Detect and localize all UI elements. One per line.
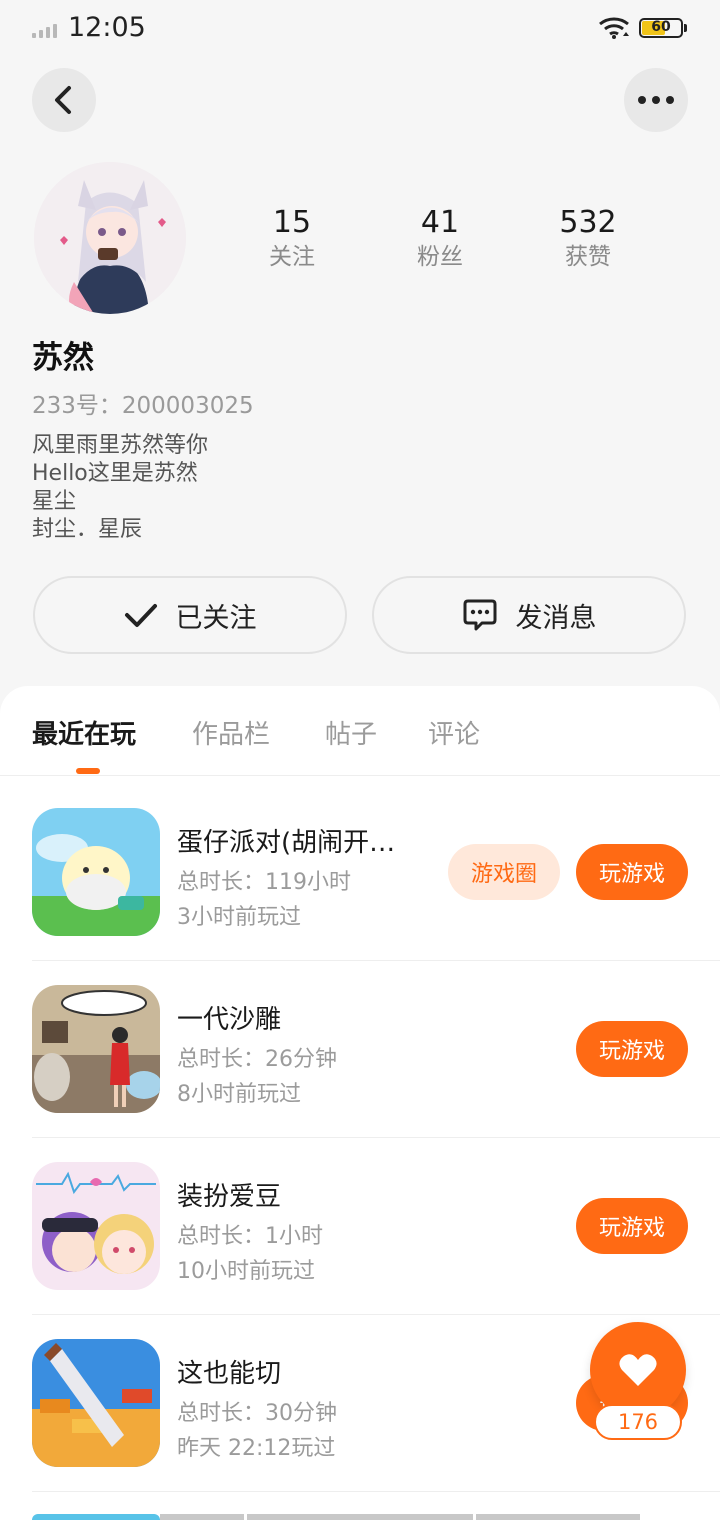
- game-last-played: 8小时前玩过: [177, 1082, 301, 1107]
- like-count: 176: [594, 1404, 682, 1440]
- game-title[interactable]: 一代沙雕: [177, 999, 281, 1036]
- stat-likes[interactable]: 532 获赞: [528, 204, 648, 272]
- back-arrow-icon: [55, 86, 71, 114]
- likes-label: 获赞: [565, 244, 611, 270]
- bio-line: Hello这里是苏然: [32, 461, 198, 486]
- tab-divider: [0, 775, 720, 776]
- follow-label: 已关注: [175, 602, 257, 634]
- battery-level: 60: [651, 19, 671, 35]
- stat-following[interactable]: 15 关注: [232, 204, 352, 272]
- row-divider: [32, 1137, 720, 1138]
- signal-icon: [32, 22, 62, 38]
- game-last-played: 昨天 22:12玩过: [177, 1436, 336, 1461]
- game-circle-button[interactable]: 游戏圈: [448, 844, 560, 900]
- image-strip-partial: [247, 1514, 473, 1520]
- follow-button[interactable]: 已关注: [33, 576, 347, 654]
- bio-line: 封尘．星辰: [32, 517, 143, 542]
- avatar[interactable]: [34, 162, 186, 314]
- game-icon-sand-sculpture[interactable]: [32, 985, 160, 1113]
- status-time: 12:05: [68, 12, 146, 43]
- play-game-button[interactable]: 玩游戏: [576, 1021, 688, 1077]
- user-id: 233号：200003025: [32, 393, 254, 419]
- row-divider: [32, 1491, 720, 1492]
- chat-bubble-icon: [463, 599, 496, 631]
- game-icon-slice-it[interactable]: [32, 1339, 160, 1467]
- tab-posts[interactable]: 帖子: [325, 714, 377, 751]
- game-title[interactable]: 装扮爱豆: [177, 1176, 281, 1213]
- game-duration: 总时长：1小时: [177, 1224, 323, 1249]
- message-button[interactable]: 发消息: [372, 576, 686, 654]
- nickname: 苏然: [32, 340, 94, 376]
- more-dots-icon: [638, 96, 674, 104]
- play-game-button[interactable]: 玩游戏: [576, 844, 688, 900]
- bio-line: 风里雨里苏然等你: [32, 433, 209, 458]
- following-count: 15: [272, 205, 312, 240]
- tab-indicator: [76, 768, 100, 774]
- following-label: 关注: [269, 244, 315, 270]
- game-icon-dress-up-idol[interactable]: [32, 1162, 160, 1290]
- wifi-icon: [598, 16, 632, 40]
- battery-icon: 60: [639, 18, 683, 38]
- image-strip-partial: [476, 1514, 640, 1520]
- game-duration: 总时长：30分钟: [177, 1401, 337, 1426]
- check-icon: [124, 604, 157, 627]
- fans-label: 粉丝: [417, 244, 463, 270]
- tab-recent-played[interactable]: 最近在玩: [32, 714, 136, 751]
- more-button[interactable]: [624, 68, 688, 132]
- game-title[interactable]: 这也能切: [177, 1353, 281, 1390]
- play-game-button[interactable]: 玩游戏: [576, 1198, 688, 1254]
- game-duration: 总时长：26分钟: [177, 1047, 337, 1072]
- game-duration: 总时长：119小时: [177, 870, 351, 895]
- bio-line: 星尘: [32, 489, 77, 514]
- game-icon-partial: [32, 1514, 160, 1520]
- stat-fans[interactable]: 41 粉丝: [380, 204, 500, 272]
- image-strip-partial: [160, 1514, 244, 1520]
- game-title[interactable]: 蛋仔派对(胡闹开…: [177, 822, 395, 859]
- row-divider: [32, 960, 720, 961]
- likes-count: 532: [559, 205, 617, 240]
- game-last-played: 3小时前玩过: [177, 905, 301, 930]
- game-icon-eggy-party[interactable]: [32, 808, 160, 936]
- heart-icon: [619, 1354, 657, 1386]
- message-label: 发消息: [515, 602, 597, 634]
- fans-count: 41: [420, 205, 460, 240]
- battery-tip: [684, 24, 687, 32]
- row-divider: [32, 1314, 720, 1315]
- game-last-played: 10小时前玩过: [177, 1259, 315, 1284]
- tab-works[interactable]: 作品栏: [192, 714, 270, 751]
- tab-comments[interactable]: 评论: [428, 714, 480, 751]
- back-button[interactable]: [32, 68, 96, 132]
